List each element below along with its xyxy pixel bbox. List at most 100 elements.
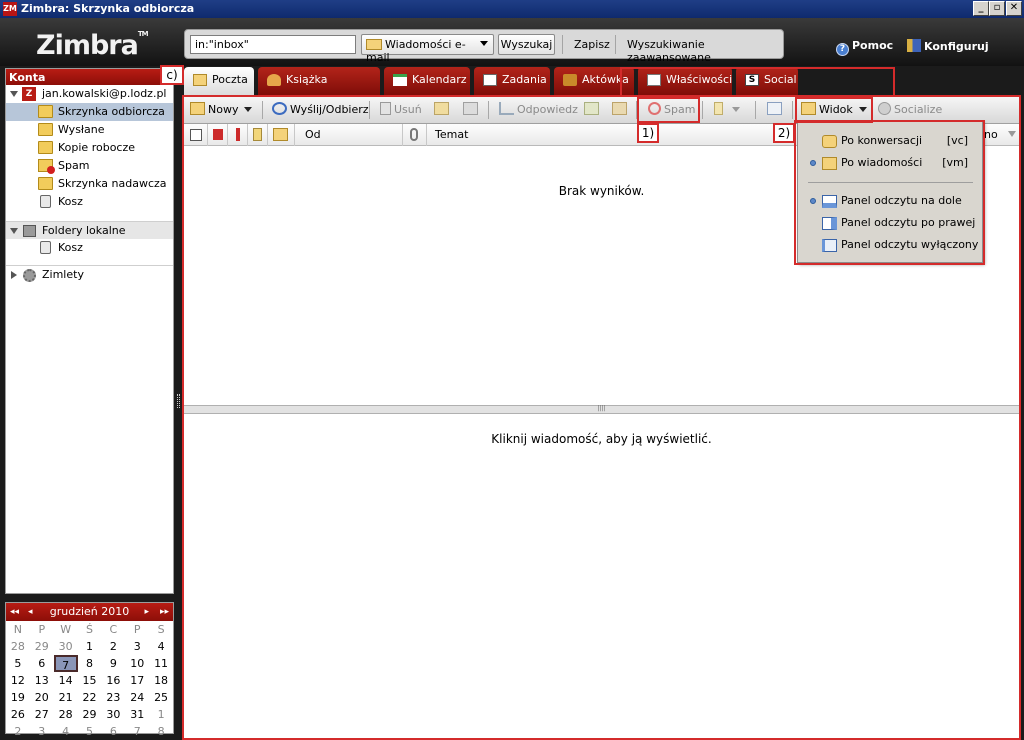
calendar-day[interactable]: 29 <box>30 638 54 655</box>
calendar-day[interactable]: 3 <box>125 638 149 655</box>
calendar-day[interactable]: 5 <box>78 723 102 740</box>
calendar-day-name: Ś <box>86 623 93 636</box>
folder-tree-panel: Konta Z jan.kowalski@p.lodz.pl Skrzynka … <box>5 68 174 594</box>
calendar-day[interactable]: 1 <box>149 706 173 723</box>
calendar-day[interactable]: 25 <box>149 689 173 706</box>
calendar-day[interactable]: 10 <box>125 655 149 672</box>
annotation-spam <box>637 97 700 123</box>
calendar-day[interactable]: 6 <box>101 723 125 740</box>
calendar-day[interactable]: 17 <box>125 672 149 689</box>
calendar-day[interactable]: 31 <box>125 706 149 723</box>
calendar-day[interactable]: 16 <box>101 672 125 689</box>
sidebar-item-trash[interactable]: Kosz <box>6 193 173 211</box>
sidebar-item-local-trash[interactable]: Kosz <box>6 239 173 257</box>
account-name: jan.kowalski@p.lodz.pl <box>42 87 167 100</box>
close-button[interactable]: ✕ <box>1006 1 1022 16</box>
calendar-day[interactable]: 30 <box>101 706 125 723</box>
calendar-day[interactable]: 12 <box>6 672 30 689</box>
gear-icon <box>23 269 36 282</box>
briefcase-icon <box>563 74 577 86</box>
envelope-icon <box>366 39 382 50</box>
calendar-grid: N P W Ś C P S 28 29 30 1 2 3 4 5 6 7 8 9 10 11 12 13 14 15 16 17 18… <box>6 621 173 740</box>
account-row[interactable]: Z jan.kowalski@p.lodz.pl <box>6 85 173 103</box>
calendar-day[interactable]: 11 <box>149 655 173 672</box>
next-year-button[interactable]: ▸▸ <box>160 603 169 621</box>
tab-calendar[interactable]: Kalendarz <box>384 67 470 95</box>
search-button[interactable]: Wyszukaj <box>498 34 555 55</box>
minimize-button[interactable]: _ <box>973 1 989 16</box>
zimlets-header[interactable]: Zimlety <box>6 265 173 283</box>
calendar-day[interactable]: 19 <box>6 689 30 706</box>
configure-link[interactable]: Konfiguruj <box>907 39 989 53</box>
annotation-label-1: 1) <box>637 123 659 143</box>
calendar-day[interactable]: 30 <box>54 638 78 655</box>
sidebar-item-drafts[interactable]: Kopie robocze <box>6 139 173 157</box>
configure-icon <box>907 39 921 52</box>
splitter-grip <box>177 394 180 408</box>
calendar-day[interactable]: 7 <box>125 723 149 740</box>
sidebar-item-outbox[interactable]: Skrzynka nadawcza <box>6 175 173 193</box>
calendar-day[interactable]: 20 <box>30 689 54 706</box>
calendar-day[interactable]: 26 <box>6 706 30 723</box>
calendar-day[interactable]: 8 <box>78 655 102 672</box>
search-type-select[interactable]: Wiadomości e-mail <box>361 34 494 64</box>
outbox-icon <box>38 177 53 190</box>
collapse-icon[interactable] <box>10 91 18 97</box>
calendar-day[interactable]: 22 <box>78 689 102 706</box>
search-bar: Wiadomości e-mail Wyszukaj Zapisz Wyszuk… <box>184 29 784 64</box>
zimbra-app-icon: ZM <box>3 2 17 16</box>
calendar-day[interactable]: 27 <box>30 706 54 723</box>
calendar-day[interactable]: 9 <box>101 655 125 672</box>
calendar-day[interactable]: 23 <box>101 689 125 706</box>
prev-year-button[interactable]: ◂◂ <box>10 603 19 621</box>
annotation-label-2: 2) <box>773 123 795 143</box>
calendar-day[interactable]: 28 <box>6 638 30 655</box>
annotation-label-c: c) <box>160 65 184 85</box>
annotation-view-menu <box>794 120 985 265</box>
calendar-day[interactable]: 14 <box>54 672 78 689</box>
collapse-icon[interactable] <box>10 228 18 234</box>
calendar-day[interactable]: 3 <box>30 723 54 740</box>
window-title: Zimbra: Skrzynka odbiorcza <box>21 2 195 15</box>
chevron-down-icon <box>480 41 488 46</box>
next-month-button[interactable]: ▸ <box>144 603 149 621</box>
mail-icon <box>193 74 207 86</box>
calendar-day-name: P <box>133 623 141 636</box>
save-search-link[interactable]: Zapisz <box>574 38 610 51</box>
prev-month-button[interactable]: ◂ <box>28 603 33 621</box>
maximize-button[interactable]: ▫ <box>989 1 1005 16</box>
calendar-day[interactable]: 8 <box>149 723 173 740</box>
calendar-day[interactable]: 2 <box>6 723 30 740</box>
local-folders-header[interactable]: Foldery lokalne <box>6 221 173 239</box>
inbox-icon <box>38 105 53 118</box>
calendar-day[interactable]: 13 <box>30 672 54 689</box>
sidebar-item-inbox[interactable]: Skrzynka odbiorcza <box>6 103 173 121</box>
search-input[interactable] <box>190 35 356 54</box>
sidebar-item-spam[interactable]: Spam <box>6 157 173 175</box>
calendar-day[interactable]: 2 <box>101 638 125 655</box>
calendar-icon <box>393 74 407 86</box>
calendar-day[interactable]: 24 <box>125 689 149 706</box>
calendar-day[interactable]: 15 <box>78 672 102 689</box>
calendar-day[interactable]: 18 <box>149 672 173 689</box>
calendar-month-label: grudzień 2010 <box>49 605 130 618</box>
calendar-day[interactable]: 1 <box>78 638 102 655</box>
advanced-search-link[interactable]: Wyszukiwanie zaawansowane <box>627 38 783 64</box>
tab-tasks[interactable]: Zadania <box>474 67 550 95</box>
calendar-day[interactable]: 29 <box>78 706 102 723</box>
tab-address-book[interactable]: Książka adresowa <box>258 67 380 112</box>
zimbra-logo: ZimbraTM <box>36 30 149 61</box>
calendar-day[interactable]: 7 <box>53 655 78 672</box>
calendar-day[interactable]: 4 <box>149 638 173 655</box>
title-bar: ZM Zimbra: Skrzynka odbiorcza _ ▫ ✕ <box>0 0 1024 18</box>
help-link[interactable]: ? Pomoc <box>836 39 893 56</box>
calendar-day[interactable]: 4 <box>54 723 78 740</box>
calendar-day[interactable]: 21 <box>54 689 78 706</box>
calendar-day-name: P <box>38 623 46 636</box>
sidebar-item-sent[interactable]: Wysłane <box>6 121 173 139</box>
calendar-day[interactable]: 5 <box>6 655 30 672</box>
calendar-day[interactable]: 28 <box>54 706 78 723</box>
calendar-day[interactable]: 6 <box>30 655 54 672</box>
tab-mail[interactable]: Poczta <box>184 67 254 95</box>
expand-icon[interactable] <box>11 271 17 279</box>
